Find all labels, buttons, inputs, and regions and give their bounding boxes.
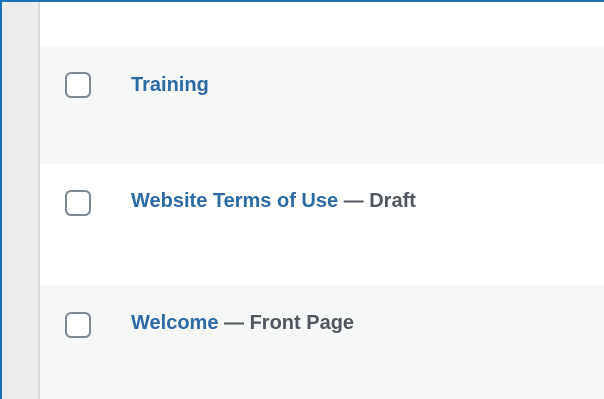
pages-list: Training Website Terms of Use — Draft We…	[40, 2, 604, 399]
list-item: Welcome — Front Page	[40, 285, 604, 399]
page-list-frame: Training Website Terms of Use — Draft We…	[0, 0, 604, 399]
list-item: Training	[40, 46, 604, 164]
row-checkbox[interactable]	[65, 312, 91, 338]
list-spacer-top	[40, 2, 604, 46]
list-item: Website Terms of Use — Draft	[40, 164, 604, 285]
left-rail	[2, 2, 40, 399]
row-checkbox[interactable]	[65, 72, 91, 98]
row-state-label: Front Page	[249, 312, 355, 334]
row-checkbox[interactable]	[65, 190, 91, 216]
row-title-link[interactable]: Training	[131, 74, 209, 96]
row-title-link[interactable]: Website Terms of Use	[131, 190, 338, 212]
row-title-line: Training	[131, 72, 209, 98]
row-state-separator: —	[218, 312, 250, 334]
row-title-link[interactable]: Welcome	[131, 312, 218, 334]
row-title-line: Website Terms of Use — Draft	[131, 188, 416, 214]
row-state-separator: —	[338, 190, 370, 212]
row-state-label: Draft	[369, 190, 416, 212]
row-title-line: Welcome — Front Page	[131, 310, 354, 336]
